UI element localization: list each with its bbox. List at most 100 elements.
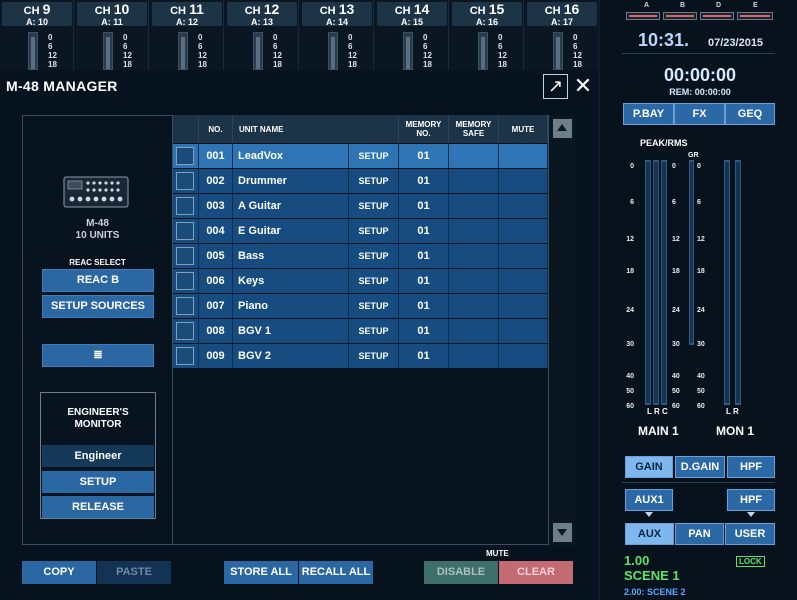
user-mode-button[interactable]: USER <box>725 523 775 545</box>
unit-name[interactable]: BGV 2 <box>233 344 349 368</box>
channel-label[interactable]: CH 13 A: 14 <box>302 2 372 27</box>
hpf-select-button[interactable]: HPF <box>727 489 775 511</box>
store-all-button[interactable]: STORE ALL <box>224 561 298 584</box>
recall-all-button[interactable]: RECALL ALL <box>299 561 373 584</box>
unit-row[interactable]: 001 LeadVox SETUP 01 <box>173 144 548 168</box>
unit-row[interactable]: 009 BGV 2 SETUP 01 <box>173 344 548 368</box>
unit-name[interactable]: Bass <box>233 244 349 268</box>
unit-memory-no[interactable]: 01 <box>399 319 449 343</box>
channel-10[interactable]: CH 10 A: 11 0 6 12 18 <box>75 0 149 70</box>
unit-row[interactable]: 007 Piano SETUP 01 <box>173 294 548 318</box>
unit-memory-no[interactable]: 01 <box>399 144 449 168</box>
unit-memory-no[interactable]: 01 <box>399 244 449 268</box>
unit-mute[interactable] <box>499 294 548 318</box>
unit-name[interactable]: A Guitar <box>233 194 349 218</box>
unit-name[interactable]: BGV 1 <box>233 319 349 343</box>
unit-mute[interactable] <box>499 244 548 268</box>
channel-13[interactable]: CH 13 A: 14 0 6 12 18 <box>300 0 374 70</box>
pbay-button[interactable]: P.BAY <box>623 103 674 125</box>
scroll-down-icon[interactable] <box>553 523 572 542</box>
unit-mute[interactable] <box>499 269 548 293</box>
unit-mute[interactable] <box>499 219 548 243</box>
engineer-setup-button[interactable]: SETUP <box>42 471 154 493</box>
unit-name[interactable]: Piano <box>233 294 349 318</box>
channel-fader[interactable] <box>253 32 263 70</box>
aux-mode-button[interactable]: AUX <box>625 523 674 545</box>
unit-row[interactable]: 002 Drummer SETUP 01 <box>173 169 548 193</box>
channel-label[interactable]: CH 10 A: 11 <box>77 2 147 27</box>
unit-memory-safe[interactable] <box>449 294 499 318</box>
unit-memory-safe[interactable] <box>449 344 499 368</box>
release-button[interactable]: RELEASE <box>42 496 154 518</box>
channel-fader[interactable] <box>553 32 563 70</box>
dgain-button[interactable]: D.GAIN <box>675 456 725 478</box>
lock-indicator[interactable]: LOCK <box>736 556 765 567</box>
unit-setup-button[interactable]: SETUP <box>349 344 399 368</box>
unit-row[interactable]: 004 E Guitar SETUP 01 <box>173 219 548 243</box>
channel-9[interactable]: CH 9 A: 10 0 6 12 18 <box>0 0 74 70</box>
reac-select-button[interactable]: REAC B <box>42 269 154 292</box>
channel-fader[interactable] <box>478 32 488 70</box>
unit-mute[interactable] <box>499 319 548 343</box>
unit-memory-no[interactable]: 01 <box>399 294 449 318</box>
popout-icon[interactable]: ↗ <box>543 74 568 99</box>
unit-memory-no[interactable]: 01 <box>399 269 449 293</box>
unit-row[interactable]: 006 Keys SETUP 01 <box>173 269 548 293</box>
paste-button[interactable]: PASTE <box>97 561 171 584</box>
aux1-button[interactable]: AUX1 <box>625 489 673 511</box>
unit-setup-button[interactable]: SETUP <box>349 319 399 343</box>
unit-name[interactable]: Drummer <box>233 169 349 193</box>
setup-sources-button[interactable]: SETUP SOURCES <box>42 295 154 318</box>
pan-mode-button[interactable]: PAN <box>675 523 724 545</box>
unit-row[interactable]: 003 A Guitar SETUP 01 <box>173 194 548 218</box>
unit-row[interactable]: 005 Bass SETUP 01 <box>173 244 548 268</box>
unit-memory-no[interactable]: 01 <box>399 169 449 193</box>
unit-setup-button[interactable]: SETUP <box>349 169 399 193</box>
scrollbar[interactable] <box>548 115 575 545</box>
channel-15[interactable]: CH 15 A: 16 0 6 12 18 <box>450 0 524 70</box>
channel-label[interactable]: CH 12 A: 13 <box>227 2 297 27</box>
channel-12[interactable]: CH 12 A: 13 0 6 12 18 <box>225 0 299 70</box>
unit-mute[interactable] <box>499 144 548 168</box>
menu-icon[interactable]: ≣ <box>42 344 154 367</box>
unit-memory-safe[interactable] <box>449 244 499 268</box>
row-checkbox[interactable] <box>176 197 194 215</box>
engineer-button[interactable]: Engineer <box>42 445 154 467</box>
channel-fader[interactable] <box>28 32 38 70</box>
channel-fader[interactable] <box>328 32 338 70</box>
row-checkbox[interactable] <box>176 147 194 165</box>
channel-fader[interactable] <box>403 32 413 70</box>
unit-memory-safe[interactable] <box>449 219 499 243</box>
unit-memory-safe[interactable] <box>449 169 499 193</box>
copy-button[interactable]: COPY <box>22 561 96 584</box>
fx-button[interactable]: FX <box>674 103 725 125</box>
channel-16[interactable]: CH 16 A: 17 0 6 12 18 <box>525 0 599 70</box>
unit-memory-safe[interactable] <box>449 269 499 293</box>
unit-setup-button[interactable]: SETUP <box>349 194 399 218</box>
channel-label[interactable]: CH 15 A: 16 <box>452 2 522 27</box>
channel-label[interactable]: CH 14 A: 15 <box>377 2 447 27</box>
row-checkbox[interactable] <box>176 272 194 290</box>
unit-name[interactable]: Keys <box>233 269 349 293</box>
unit-memory-safe[interactable] <box>449 144 499 168</box>
hpf-button[interactable]: HPF <box>727 456 775 478</box>
unit-setup-button[interactable]: SETUP <box>349 144 399 168</box>
unit-memory-no[interactable]: 01 <box>399 219 449 243</box>
unit-name[interactable]: LeadVox <box>233 144 349 168</box>
row-checkbox[interactable] <box>176 297 194 315</box>
unit-mute[interactable] <box>499 194 548 218</box>
unit-mute[interactable] <box>499 344 548 368</box>
channel-14[interactable]: CH 14 A: 15 0 6 12 18 <box>375 0 449 70</box>
channel-label[interactable]: CH 11 A: 12 <box>152 2 222 27</box>
channel-fader[interactable] <box>103 32 113 70</box>
geq-button[interactable]: GEQ <box>725 103 775 125</box>
unit-setup-button[interactable]: SETUP <box>349 219 399 243</box>
row-checkbox[interactable] <box>176 347 194 365</box>
scroll-up-icon[interactable] <box>553 119 572 138</box>
unit-memory-safe[interactable] <box>449 319 499 343</box>
unit-memory-no[interactable]: 01 <box>399 194 449 218</box>
unit-setup-button[interactable]: SETUP <box>349 269 399 293</box>
unit-name[interactable]: E Guitar <box>233 219 349 243</box>
clear-button[interactable]: CLEAR <box>499 561 573 584</box>
disable-button[interactable]: DISABLE <box>424 561 498 584</box>
